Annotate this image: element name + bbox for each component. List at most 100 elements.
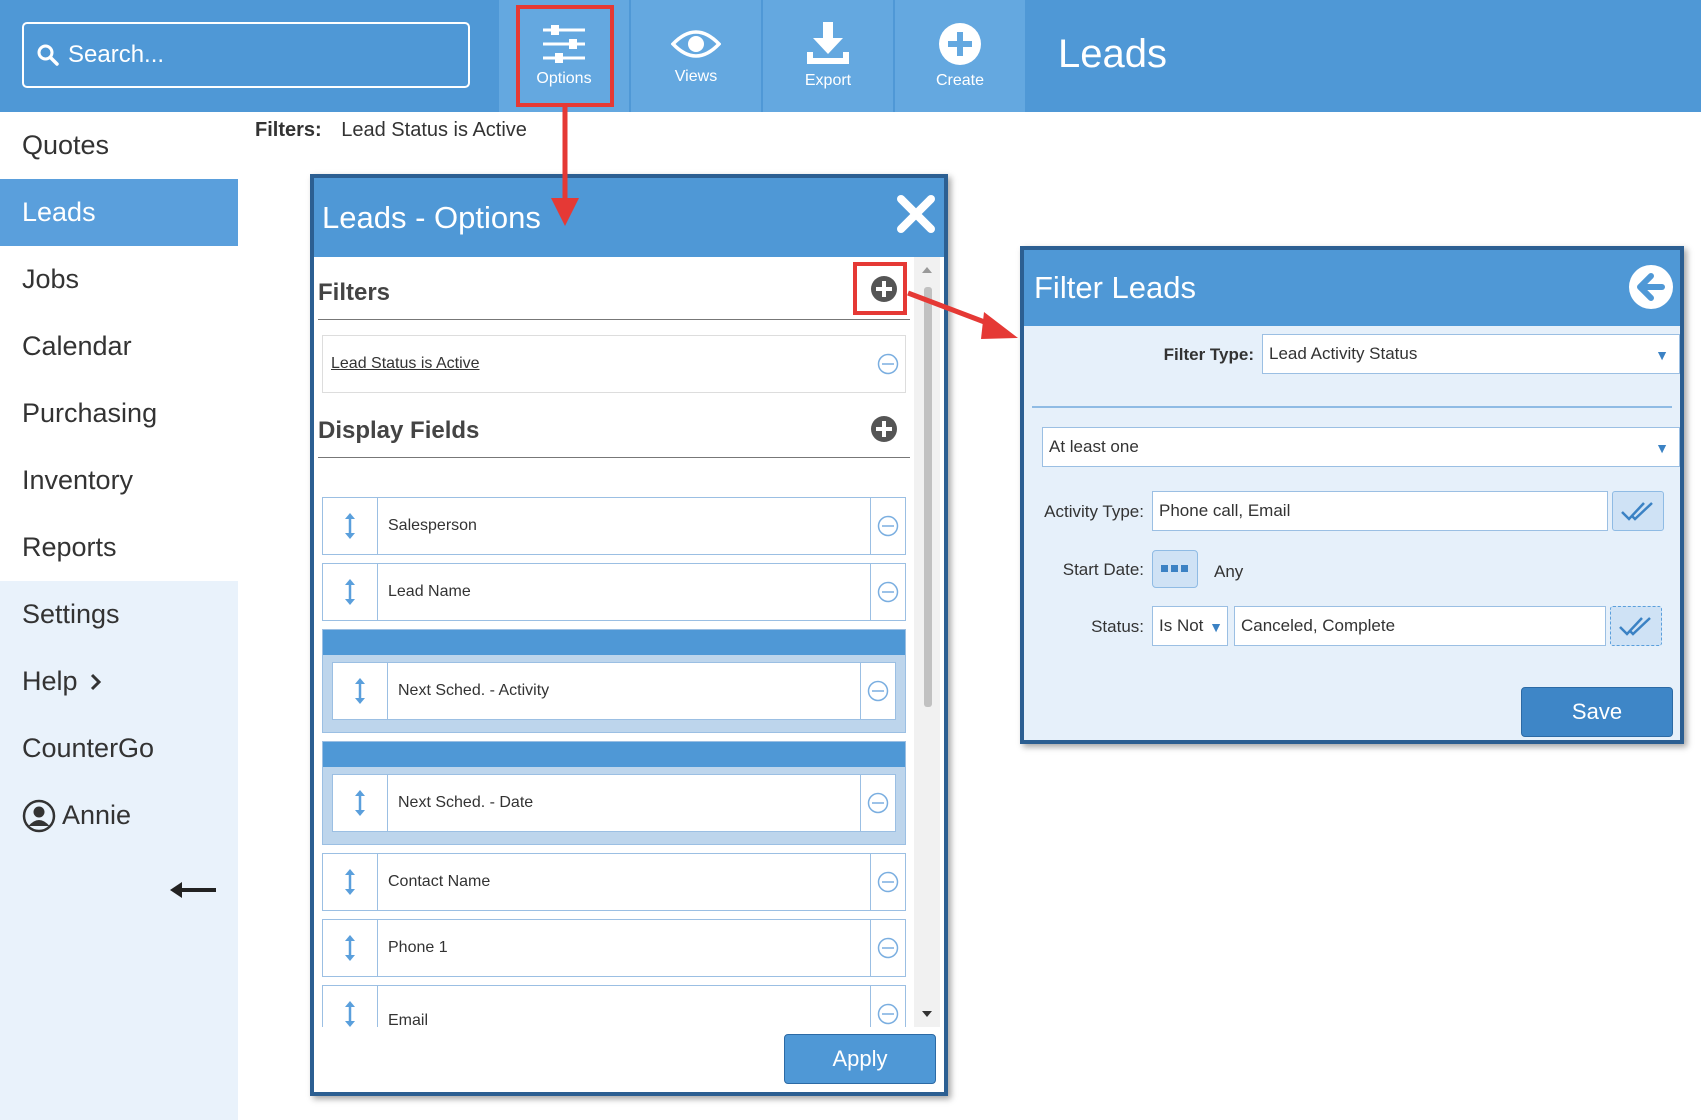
filters-divider	[318, 319, 910, 320]
remove-field-icon[interactable]	[860, 775, 895, 831]
double-check-icon	[1619, 617, 1651, 636]
save-button[interactable]: Save	[1521, 687, 1673, 737]
collapse-sidebar-icon[interactable]	[170, 880, 218, 900]
remove-field-icon[interactable]	[870, 498, 905, 554]
filter-item-link[interactable]: Lead Status is Active	[331, 355, 480, 373]
options-dialog-header: Leads - Options	[314, 178, 944, 257]
display-field-row: Salesperson	[322, 497, 906, 555]
scrollbar-thumb[interactable]	[924, 287, 932, 707]
remove-field-icon[interactable]	[870, 920, 905, 976]
display-field-row: Next Sched. - Date	[332, 774, 896, 832]
close-icon[interactable]	[896, 194, 936, 234]
filters-value: Lead Status is Active	[341, 119, 527, 141]
filters-section-title: Filters	[318, 279, 391, 306]
nav-item-inventory[interactable]: Inventory	[0, 447, 238, 514]
display-field-row: Phone 1	[322, 919, 906, 977]
options-dialog-title: Leads - Options	[322, 199, 541, 235]
status-operator-value: Is Not	[1159, 616, 1204, 635]
filter-panel-divider	[1032, 406, 1672, 408]
search-input[interactable]	[66, 40, 450, 70]
search-box[interactable]	[22, 22, 470, 88]
activity-type-field[interactable]: Phone call, Email	[1152, 491, 1608, 531]
scroll-down-icon[interactable]	[914, 1007, 940, 1021]
remove-field-icon[interactable]	[860, 663, 895, 719]
drag-handle-icon[interactable]	[333, 663, 388, 719]
dropdown-caret-icon: ▼	[1655, 347, 1669, 363]
display-field-label: Email	[388, 1012, 429, 1027]
export-button[interactable]: Export	[763, 0, 893, 112]
nav-item-reports[interactable]: Reports	[0, 514, 238, 581]
double-check-icon	[1621, 502, 1653, 521]
drag-handle-icon[interactable]	[323, 986, 378, 1027]
nav-item-leads[interactable]: Leads	[0, 179, 238, 246]
display-field-row: Email	[322, 985, 906, 1027]
search-icon	[37, 44, 59, 66]
user-menu[interactable]: Annie	[0, 782, 238, 849]
user-avatar-icon	[22, 799, 56, 832]
display-field-row: Next Sched. - Activity	[332, 662, 896, 720]
back-arrow-icon[interactable]	[1628, 264, 1674, 310]
activity-type-select-button[interactable]	[1612, 491, 1664, 531]
add-filter-highlight	[853, 262, 907, 315]
export-button-label: Export	[804, 72, 852, 89]
status-field[interactable]: Canceled, Complete	[1234, 606, 1606, 646]
start-date-value: Any	[1214, 562, 1244, 581]
filter-type-select[interactable]: Lead Activity Status ▼	[1262, 334, 1680, 374]
nav-item-calendar[interactable]: Calendar	[0, 313, 238, 380]
sidebar: Quotes Leads Jobs Calendar Purchasing In…	[0, 112, 238, 1120]
field-group-header	[323, 630, 905, 655]
display-field-label: Contact Name	[388, 873, 491, 890]
display-fields-divider	[318, 457, 910, 458]
match-mode-select[interactable]: At least one ▼	[1042, 427, 1680, 467]
filter-type-value: Lead Activity Status	[1269, 344, 1418, 363]
drag-handle-icon[interactable]	[323, 564, 378, 620]
field-group: Next Sched. - Activity	[322, 629, 906, 733]
start-date-picker-button[interactable]	[1152, 550, 1198, 588]
field-group-header	[323, 742, 905, 767]
remove-field-icon[interactable]	[870, 986, 905, 1027]
active-filters: Filters: Lead Status is Active	[255, 119, 527, 142]
create-button[interactable]: Create	[895, 0, 1025, 112]
activity-type-label: Activity Type:	[1044, 502, 1144, 521]
filters-label: Filters:	[255, 119, 322, 141]
nav-item-quotes[interactable]: Quotes	[0, 112, 238, 179]
top-bar: Options Views Export Create Leads	[0, 0, 1701, 112]
user-name: Annie	[62, 800, 132, 830]
status-label: Status:	[1091, 617, 1144, 636]
nav-item-purchasing[interactable]: Purchasing	[0, 380, 238, 447]
match-mode-value: At least one	[1049, 437, 1139, 456]
drag-handle-icon[interactable]	[323, 854, 378, 910]
nav-item-help[interactable]: Help	[0, 648, 238, 715]
nav-item-countergo[interactable]: CounterGo	[0, 715, 238, 782]
plus-circle-icon	[939, 23, 981, 65]
eye-icon	[671, 30, 721, 58]
options-highlight	[516, 5, 614, 107]
activity-type-value: Phone call, Email	[1159, 501, 1291, 520]
status-select-button[interactable]	[1610, 606, 1662, 646]
nav-item-settings[interactable]: Settings	[0, 581, 238, 648]
drag-handle-icon[interactable]	[323, 920, 378, 976]
dropdown-caret-icon: ▼	[1655, 440, 1669, 456]
display-field-label: Lead Name	[388, 583, 471, 600]
scroll-up-icon[interactable]	[914, 263, 940, 277]
status-value: Canceled, Complete	[1241, 616, 1396, 635]
drag-handle-icon[interactable]	[333, 775, 388, 831]
status-operator-select[interactable]: Is Not ▼	[1152, 606, 1228, 646]
remove-field-icon[interactable]	[870, 564, 905, 620]
filter-panel-title: Filter Leads	[1034, 270, 1196, 305]
more-dots-icon	[1161, 565, 1188, 572]
options-dialog-body: Filters Lead Status is Active Display Fi…	[314, 257, 914, 1027]
drag-handle-icon[interactable]	[323, 498, 378, 554]
display-field-label: Salesperson	[388, 517, 477, 534]
add-display-field-icon[interactable]	[870, 415, 898, 443]
chevron-right-icon	[90, 673, 101, 690]
options-scrollbar[interactable]	[914, 257, 940, 1027]
apply-button[interactable]: Apply	[784, 1034, 936, 1084]
nav-item-jobs[interactable]: Jobs	[0, 246, 238, 313]
remove-field-icon[interactable]	[870, 854, 905, 910]
create-button-label: Create	[935, 72, 985, 89]
remove-filter-icon[interactable]	[877, 353, 899, 375]
nav-item-help-label: Help	[22, 666, 78, 696]
filter-item: Lead Status is Active	[322, 335, 906, 393]
views-button[interactable]: Views	[631, 0, 761, 112]
